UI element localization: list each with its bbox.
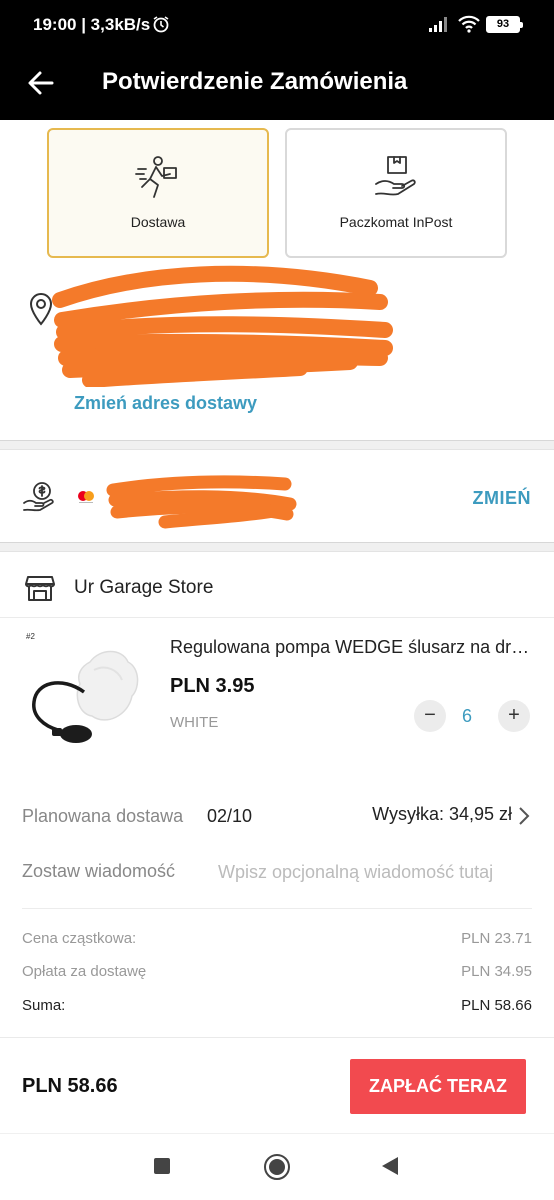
sum-value: PLN 58.66: [461, 997, 532, 1014]
signal-icon: [428, 15, 450, 38]
back-arrow-icon[interactable]: [26, 68, 56, 98]
message-input[interactable]: Wpisz opcjonalną wiadomość tutaj: [218, 862, 493, 883]
delivery-option-label: Paczkomat InPost: [339, 214, 453, 230]
battery-level: 93: [488, 18, 518, 31]
quantity-increase-button[interactable]: +: [498, 700, 530, 732]
home-icon[interactable]: [264, 1154, 290, 1180]
pay-now-button[interactable]: ZAPŁAĆ TERAZ: [350, 1059, 526, 1114]
message-label: Zostaw wiadomość: [22, 861, 176, 881]
product-price: PLN 3.95: [170, 675, 255, 697]
subtotal-label: Cena cząstkowa:: [22, 930, 137, 947]
store-icon: [25, 573, 55, 608]
subtotal-value: PLN 23.71: [461, 930, 532, 947]
delivery-option-parcel-locker[interactable]: Paczkomat InPost: [285, 128, 507, 258]
delivery-fee-value: PLN 34.95: [461, 963, 532, 980]
app-bar: Potwierdzenie Zamówienia: [0, 52, 554, 120]
change-address-link[interactable]: Zmień adres dostawy: [74, 393, 257, 414]
quantity-value: 6: [462, 706, 473, 726]
delivery-option-label: Dostawa: [130, 214, 186, 230]
section-divider: [0, 542, 554, 552]
alarm-icon: [152, 15, 170, 38]
recent-apps-icon[interactable]: [154, 1158, 170, 1174]
system-back-icon[interactable]: [382, 1157, 398, 1175]
quantity-decrease-button[interactable]: −: [414, 700, 446, 732]
product-variant: WHITE: [170, 714, 219, 731]
product-thumbnail[interactable]: #2: [22, 630, 150, 750]
divider: [0, 1037, 554, 1038]
store-name[interactable]: Ur Garage Store: [74, 577, 213, 599]
redacted-card-scribble: [106, 475, 297, 529]
redacted-address-scribble: [52, 265, 393, 387]
page-title: Potwierdzenie Zamówienia: [102, 68, 408, 95]
delivery-option-courier[interactable]: Dostawa: [47, 128, 269, 258]
chevron-right-icon[interactable]: [518, 806, 530, 831]
divider: [0, 1133, 554, 1134]
status-bar: 19:00 | 3,3kB/s 93: [0, 0, 554, 52]
product-title[interactable]: Regulowana pompa WEDGE ślusarz na drzwi …: [170, 637, 532, 658]
parcel-hand-icon: [372, 154, 420, 205]
change-payment-button[interactable]: ZMIEŃ: [473, 488, 532, 509]
wifi-icon: [457, 14, 481, 39]
status-time: 19:00 | 3,3kB/s: [33, 15, 151, 34]
planned-delivery-label: Planowana dostawa: [22, 806, 184, 826]
divider: [0, 617, 554, 618]
sum-label: Suma:: [22, 997, 66, 1014]
battery-icon: 93: [486, 16, 523, 33]
payment-hand-coin-icon: [22, 481, 56, 518]
footer-total: PLN 58.66: [22, 1075, 118, 1097]
air-pump-image-icon: [32, 650, 139, 743]
mastercard-icon: [76, 490, 96, 509]
delivery-fee-label: Opłata za dostawę: [22, 963, 147, 980]
section-divider: [0, 440, 554, 450]
shipping-cost[interactable]: Wysyłka: 34,95 zł: [372, 804, 512, 825]
divider: [22, 908, 532, 909]
planned-delivery-date: 02/10: [207, 806, 253, 826]
product-tag: #2: [26, 632, 35, 641]
courier-icon: [134, 154, 182, 205]
